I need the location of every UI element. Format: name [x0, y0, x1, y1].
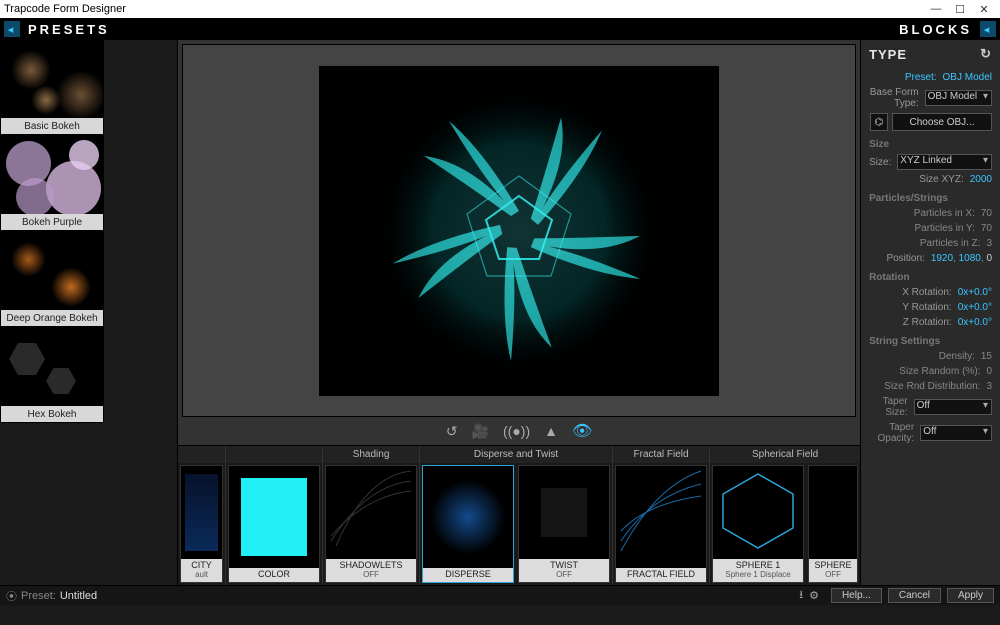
preset-basic-bokeh[interactable]: Basic Bokeh	[0, 40, 104, 135]
block-opacity[interactable]: CITYault	[180, 465, 223, 583]
apply-button[interactable]: Apply	[947, 588, 994, 603]
block-thumb	[809, 466, 857, 559]
minimize-icon[interactable]: —	[924, 3, 948, 15]
choose-obj-button[interactable]: Choose OBJ...	[892, 113, 992, 131]
y-rotation[interactable]: 0x+0.0°	[958, 302, 992, 313]
preset-value[interactable]: OBJ Model	[943, 72, 992, 83]
thumbnail	[1, 232, 103, 310]
block-fractal-field[interactable]: FRACTAL FIELD	[615, 465, 707, 583]
size-xyz-value[interactable]: 2000	[970, 174, 992, 185]
footer-bar: ⦿ Preset: Untitled ⭳ ⚙ Help... Cancel Ap…	[0, 585, 1000, 605]
refresh-icon[interactable]: ↻	[980, 46, 992, 62]
x-rotation[interactable]: 0x+0.0°	[958, 287, 992, 298]
sizerand-value[interactable]: 0	[986, 366, 992, 377]
z-rotation[interactable]: 0x+0.0°	[958, 317, 992, 328]
block-color[interactable]: COLOR	[228, 465, 320, 583]
help-button[interactable]: Help...	[831, 588, 882, 603]
block-group-disperse: Disperse and Twist	[420, 446, 612, 463]
taperop-dropdown[interactable]: Off	[920, 425, 992, 441]
type-title: TYPE	[869, 47, 907, 62]
block-thumb	[423, 466, 513, 568]
header-bar: ◂ PRESETS BLOCKS ◂	[0, 18, 1000, 40]
density-value[interactable]: 15	[981, 351, 992, 362]
taper-dropdown[interactable]: Off	[914, 399, 992, 415]
blocks-strip: CITYault COLOR Shading S	[178, 445, 860, 585]
size-dropdown[interactable]: XYZ Linked	[897, 154, 992, 170]
sizegrad-value[interactable]: 3	[986, 381, 992, 392]
app-title: Trapcode Form Designer	[4, 3, 126, 15]
blocks-header: BLOCKS	[895, 22, 976, 37]
save-icon[interactable]: ⭳	[799, 586, 803, 605]
undo-icon[interactable]: ↺	[446, 423, 458, 440]
position-value[interactable]: 1920, 1080, 0	[931, 253, 992, 264]
cancel-button[interactable]: Cancel	[888, 588, 941, 603]
block-group-spherical: Spherical Field	[710, 446, 860, 463]
type-panel: TYPE↻ Preset:OBJ Model Base Form Type:OB…	[860, 40, 1000, 585]
footer-preset-name[interactable]: Untitled	[60, 590, 97, 602]
obj-icon: ⌬	[870, 113, 888, 131]
block-sphere-2[interactable]: SPHEREOFF	[808, 465, 858, 583]
block-thumb	[181, 466, 222, 559]
block-thumb	[326, 466, 416, 559]
particles-x[interactable]: 70	[981, 208, 992, 219]
canvas-toolbar: ↺ 🎥 ((●)) ▲ 👁	[178, 417, 860, 445]
particles-z[interactable]: 3	[986, 238, 992, 249]
block-twist[interactable]: TWISTOFF	[518, 465, 610, 583]
baseform-dropdown[interactable]: OBJ Model	[925, 90, 992, 106]
back-icon[interactable]: ⦿	[6, 588, 17, 604]
block-sphere-1[interactable]: SPHERE 1Sphere 1 Displace	[712, 465, 804, 583]
block-disperse[interactable]: DISPERSE	[422, 465, 514, 583]
preview-area: ↺ 🎥 ((●)) ▲ 👁 CITYault	[178, 40, 860, 585]
motion-blur-icon[interactable]: ((●))	[503, 423, 530, 439]
preset-deep-orange-bokeh[interactable]: Deep Orange Bokeh	[0, 231, 104, 327]
block-group-fractal: Fractal Field	[613, 446, 709, 463]
thumbnail	[1, 328, 103, 406]
visibility-icon[interactable]: 👁	[572, 421, 592, 441]
thumbnail	[1, 40, 103, 118]
canvas-wrap	[182, 44, 856, 417]
settings-icon[interactable]: ⚙	[809, 589, 819, 602]
block-thumb	[713, 466, 803, 559]
preview-canvas[interactable]	[319, 66, 719, 396]
block-thumb	[616, 466, 706, 568]
presets-header: PRESETS	[24, 22, 114, 37]
particles-y[interactable]: 70	[981, 223, 992, 234]
window-titlebar: Trapcode Form Designer — ☐ ✕	[0, 0, 1000, 18]
maximize-icon[interactable]: ☐	[948, 3, 972, 16]
presets-collapse-icon[interactable]: ◂	[4, 21, 20, 37]
close-icon[interactable]: ✕	[972, 3, 996, 16]
blocks-collapse-icon[interactable]: ◂	[980, 21, 996, 37]
presets-panel: Basic Bokeh Bokeh Purple	[0, 40, 178, 585]
preset-bokeh-purple[interactable]: Bokeh Purple	[0, 135, 104, 231]
block-thumb	[229, 466, 319, 568]
block-shadowlets[interactable]: SHADOWLETSOFF	[325, 465, 417, 583]
perspective-icon[interactable]: ▲	[544, 423, 558, 439]
camera-icon[interactable]: 🎥	[472, 423, 489, 440]
block-thumb	[519, 466, 609, 559]
thumbnail	[1, 136, 103, 214]
block-group-shading: Shading	[323, 446, 419, 463]
preset-hex-bokeh[interactable]: Hex Bokeh	[0, 327, 104, 423]
